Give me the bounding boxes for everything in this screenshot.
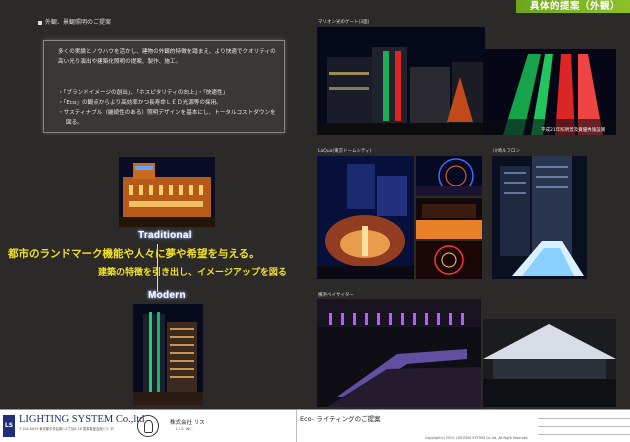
partner-company-sub: L.I.S. INC. <box>176 427 193 431</box>
description-box: 多くの実績とノウハウを活かし、建物の外観的特徴を踏まえ、より快適でクオリティの高… <box>43 40 285 133</box>
photo-laqua-ring <box>416 241 482 279</box>
square-bullet-icon <box>38 20 42 25</box>
award-caption: 平成21年照明普及賞優秀施設賞 <box>541 128 606 133</box>
headline-secondary: 建築の特徴を引き出し、イメージアップを図る <box>98 268 287 278</box>
document-title: Eco- ライティングのご提案 <box>300 415 381 423</box>
title-block-row <box>538 426 630 435</box>
laqua-ring-illustration <box>416 241 482 279</box>
title-block <box>538 410 630 442</box>
copyright-text: Copyright(c) 2010, LIGHTING SYSTEM Co.,l… <box>425 436 529 440</box>
company-logo-text: LIGHTING SYSTEM Co.,ltd <box>19 414 145 425</box>
page-title: 具体的提案（外観） <box>515 0 630 13</box>
photo-caption-marion: マリオン光のゲート(3面) <box>318 20 370 25</box>
modern-building-illustration <box>133 304 203 405</box>
laqua-arcade-illustration <box>416 198 482 239</box>
photo-modern-building <box>133 304 203 405</box>
photo-caption-laqua: LaQua(東京ドームシティ) <box>318 149 372 154</box>
bay-mall-illustration <box>317 299 481 407</box>
photo-laqua-arcade <box>416 198 482 239</box>
company-address: 〒104-0033 東京都中央区新川2丁目6-16 馬事畜産会館ビル 5F <box>19 427 115 431</box>
bullet-item: 「Eco」の観点からより高効率かつ長寿命ＬＥＤ光源等の採用。 <box>58 98 280 108</box>
section-label-text: 外観、景観照明のご提案 <box>45 19 112 26</box>
footer: LS LIGHTING SYSTEM Co.,ltd 〒104-0033 東京都… <box>0 409 630 442</box>
photo-marion-gate <box>317 27 485 135</box>
laqua-illustration <box>317 156 414 279</box>
marion-gate-illustration <box>317 27 485 135</box>
lefron-illustration <box>492 156 587 279</box>
led-stripes-illustration <box>483 49 616 135</box>
modern-label: Modern <box>148 290 186 301</box>
photo-caption-bay: 横浜ベイサイター <box>318 293 354 298</box>
traditional-label: Traditional <box>138 230 192 241</box>
bullet-item: サスティナブル（継続性のある）照明デザインを基本にし、トータルコストダウンを図る… <box>58 108 280 128</box>
company-logo-icon: LS <box>3 415 15 437</box>
photo-laqua-wheel <box>416 156 482 196</box>
description-bullets: 「ブランドイメージの創出」、「ホスピタリティの向上」・「快適性」 「Eco」の観… <box>58 88 280 128</box>
laqua-wheel-illustration <box>416 156 482 196</box>
photo-traditional-building <box>119 157 215 227</box>
bullet-item: 「ブランドイメージの創出」、「ホスピタリティの向上」・「快適性」 <box>58 88 280 98</box>
traditional-building-illustration <box>119 157 215 227</box>
photo-bay-atrium <box>483 319 616 407</box>
description-intro: 多くの実績とノウハウを活かし、建物の外観的特徴を踏まえ、より快適でクオリティの高… <box>58 49 276 65</box>
bay-atrium-illustration <box>483 319 616 407</box>
company-seal-icon <box>137 415 159 437</box>
photo-lefron <box>492 156 587 279</box>
photo-caption-lefron: 川崎ルフロン <box>493 149 520 154</box>
section-label: 外観、景観照明のご提案 <box>38 17 111 26</box>
partner-company-name: 株式会社 リス <box>170 420 205 426</box>
photo-marion-stripes: 平成21年照明普及賞優秀施設賞 <box>483 49 616 135</box>
footer-divider <box>295 410 297 442</box>
photo-laqua-main <box>317 156 414 279</box>
headline-primary: 都市のランドマーク機能や人々に夢や希望を与える。 <box>8 248 260 260</box>
photo-bay-main <box>317 299 481 407</box>
